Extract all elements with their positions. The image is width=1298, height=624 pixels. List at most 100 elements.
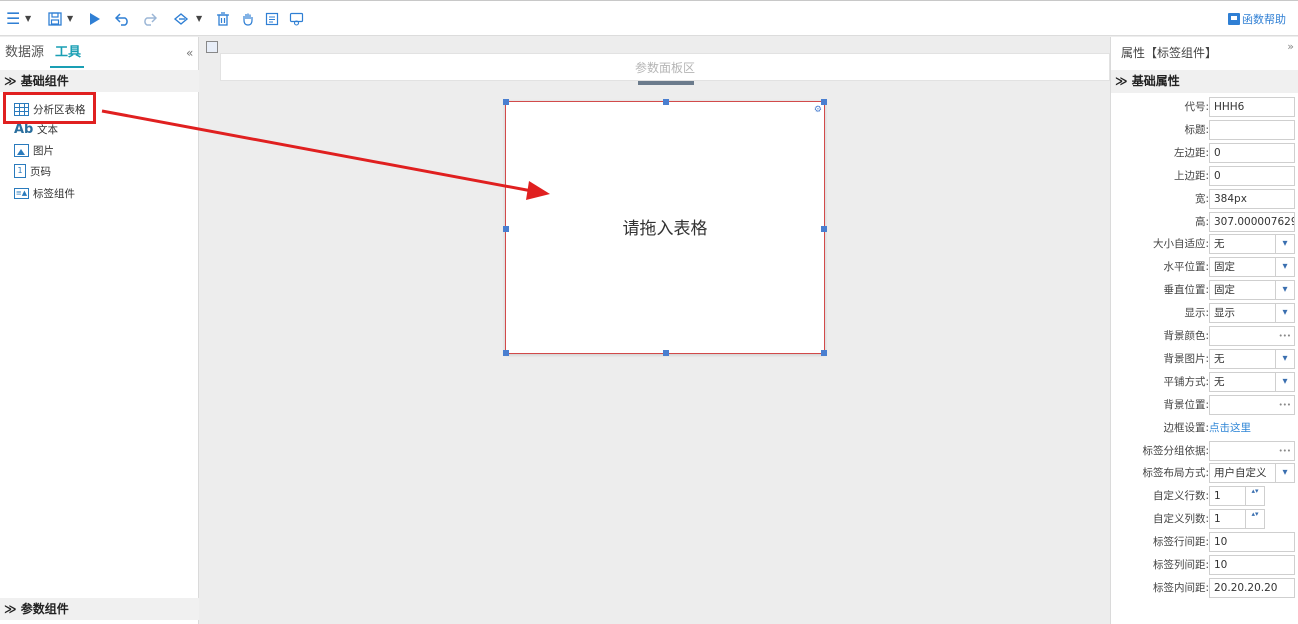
property-row: 边框设置: 点击这里 bbox=[1111, 418, 1298, 439]
property-label: 标签列间距: bbox=[1152, 559, 1209, 571]
component-label: 页码 bbox=[30, 165, 51, 178]
resize-handle-sw[interactable] bbox=[503, 350, 509, 356]
preview-icon[interactable] bbox=[289, 10, 304, 28]
run-icon[interactable] bbox=[89, 10, 101, 28]
component-image[interactable]: 图片 bbox=[14, 141, 54, 159]
property-input[interactable]: 10 bbox=[1209, 555, 1295, 575]
tag-icon: ≡▲ bbox=[14, 187, 29, 199]
property-label: 显示: bbox=[1184, 307, 1209, 320]
property-row: 背景位置: bbox=[1111, 394, 1298, 416]
save-icon[interactable] bbox=[48, 10, 62, 28]
form-icon[interactable] bbox=[265, 10, 279, 28]
property-label: 代号: bbox=[1184, 101, 1209, 113]
resize-handle-s[interactable] bbox=[663, 350, 669, 356]
property-picker-field[interactable] bbox=[1209, 394, 1295, 415]
component-label: 图片 bbox=[33, 144, 54, 157]
property-select[interactable]: 用户自定义 bbox=[1209, 463, 1295, 484]
property-row: 标签列间距: 10 bbox=[1111, 555, 1298, 576]
collapse-left-icon[interactable]: « bbox=[186, 46, 193, 60]
property-stepper[interactable]: 1 bbox=[1209, 486, 1265, 507]
function-help-label: 函数帮助 bbox=[1242, 13, 1286, 26]
property-label: 标题: bbox=[1184, 123, 1209, 136]
save-dropdown-caret[interactable]: ▼ bbox=[67, 13, 73, 25]
property-input[interactable]: 0 bbox=[1209, 142, 1295, 163]
property-row: 宽: 384px bbox=[1111, 188, 1298, 210]
basic-components-label: 基础组件 bbox=[20, 74, 69, 88]
property-row: 代号: HHH6 bbox=[1111, 97, 1298, 118]
property-label: 大小自适应: bbox=[1152, 238, 1209, 251]
chevron-double-down-icon: ≫ bbox=[1115, 74, 1128, 88]
param-panel-resize-handle[interactable] bbox=[638, 81, 694, 85]
property-label: 边框设置: bbox=[1163, 421, 1209, 434]
property-label: 上边距: bbox=[1173, 169, 1209, 182]
property-input[interactable]: 20.20.20.20 bbox=[1209, 577, 1295, 598]
hand-icon[interactable] bbox=[241, 10, 255, 28]
resize-handle-ne[interactable] bbox=[821, 99, 827, 105]
properties-panel-title: 属性【标签组件】 bbox=[1121, 46, 1218, 60]
property-row: 标签分组依据: bbox=[1111, 440, 1298, 462]
property-label: 水平位置: bbox=[1163, 261, 1209, 274]
property-input[interactable]: HHH6 bbox=[1209, 97, 1295, 117]
format-brush-icon[interactable] bbox=[173, 10, 191, 28]
property-row: 自定义列数: 1 bbox=[1111, 509, 1298, 530]
basic-properties-section[interactable]: ≫ 基础属性 bbox=[1111, 70, 1298, 93]
component-page-number[interactable]: 1 页码 bbox=[14, 162, 51, 180]
properties-panel: 属性【标签组件】 » ≫ 基础属性 代号: HHH6 标题: 左边距: 0 上边距: 0 宽:… bbox=[1110, 37, 1298, 624]
format-dropdown-caret[interactable]: ▼ bbox=[196, 13, 202, 25]
property-row: 垂直位置: 固定 bbox=[1111, 280, 1298, 301]
design-canvas[interactable]: 参数面板区 请拖入表格 ⚙ bbox=[200, 37, 1110, 624]
left-panel: 数据源 工具 « ≫ 基础组件 分析区表格 Ab 文本 图片 1 页码 ≡▲ 标… bbox=[0, 37, 199, 624]
resize-handle-nw[interactable] bbox=[503, 99, 509, 105]
property-select[interactable]: 无 bbox=[1209, 348, 1295, 369]
property-select[interactable]: 显示 bbox=[1209, 303, 1295, 324]
active-tab-indicator bbox=[50, 66, 84, 68]
expand-right-icon[interactable]: » bbox=[1287, 40, 1294, 53]
delete-icon[interactable] bbox=[216, 10, 230, 28]
property-label: 垂直位置: bbox=[1163, 284, 1209, 297]
property-label: 背景图片: bbox=[1163, 352, 1209, 365]
tab-tools[interactable]: 工具 bbox=[55, 44, 81, 62]
property-row: 高:307.0000076293 bbox=[1111, 211, 1298, 233]
image-icon bbox=[14, 143, 29, 157]
property-select[interactable]: 无 bbox=[1209, 234, 1295, 255]
toolbar: ☰ ▼ ▼ ▼ 函数帮助 bbox=[0, 0, 1298, 36]
property-row: 标签布局方式: 用户自定义 bbox=[1111, 463, 1298, 484]
property-input[interactable]: 307.0000076293 bbox=[1209, 211, 1295, 232]
property-select[interactable]: 固定 bbox=[1209, 280, 1295, 301]
undo-icon[interactable] bbox=[115, 10, 131, 28]
param-components-section[interactable]: ≫ 参数组件 bbox=[0, 598, 199, 620]
menu-dropdown-caret[interactable]: ▼ bbox=[25, 13, 31, 25]
param-panel-label: 参数面板区 bbox=[634, 61, 695, 75]
property-row: 水平位置: 固定 bbox=[1111, 257, 1298, 278]
property-label: 标签内间距: bbox=[1152, 581, 1209, 594]
property-input[interactable] bbox=[1209, 119, 1295, 140]
property-label: 背景位置: bbox=[1163, 398, 1209, 411]
tag-component-drop-zone[interactable]: 请拖入表格 ⚙ bbox=[503, 99, 827, 356]
property-input[interactable]: 384px bbox=[1209, 188, 1295, 209]
param-panel-area[interactable]: 参数面板区 bbox=[220, 53, 1110, 85]
resize-handle-w[interactable] bbox=[503, 226, 509, 232]
property-label: 平铺方式: bbox=[1163, 375, 1209, 388]
property-input[interactable]: 10 bbox=[1209, 532, 1295, 553]
annotation-highlight-box bbox=[3, 92, 96, 124]
property-select[interactable]: 无 bbox=[1209, 371, 1295, 392]
canvas-settings-icon[interactable] bbox=[206, 41, 218, 53]
property-label: 标签布局方式: bbox=[1142, 467, 1209, 480]
property-picker-field[interactable] bbox=[1209, 440, 1295, 461]
redo-icon[interactable] bbox=[141, 10, 157, 28]
property-picker-field[interactable] bbox=[1209, 326, 1295, 346]
resize-handle-e[interactable] bbox=[821, 226, 827, 232]
menu-icon[interactable]: ☰ bbox=[6, 10, 20, 28]
property-row: 显示: 显示 bbox=[1111, 303, 1298, 324]
property-select[interactable]: 固定 bbox=[1209, 257, 1295, 278]
resize-handle-se[interactable] bbox=[821, 350, 827, 356]
component-tag[interactable]: ≡▲ 标签组件 bbox=[14, 184, 75, 202]
basic-components-section[interactable]: ≫ 基础组件 bbox=[0, 70, 199, 92]
function-help-button[interactable]: 函数帮助 bbox=[1228, 11, 1286, 27]
border-settings-link[interactable]: 点击这里 bbox=[1209, 421, 1251, 436]
property-stepper[interactable]: 1 bbox=[1209, 509, 1265, 530]
resize-handle-n[interactable] bbox=[663, 99, 669, 105]
component-settings-icon[interactable]: ⚙ bbox=[814, 105, 822, 115]
property-input[interactable]: 0 bbox=[1209, 165, 1295, 186]
tab-datasource[interactable]: 数据源 bbox=[5, 44, 44, 62]
